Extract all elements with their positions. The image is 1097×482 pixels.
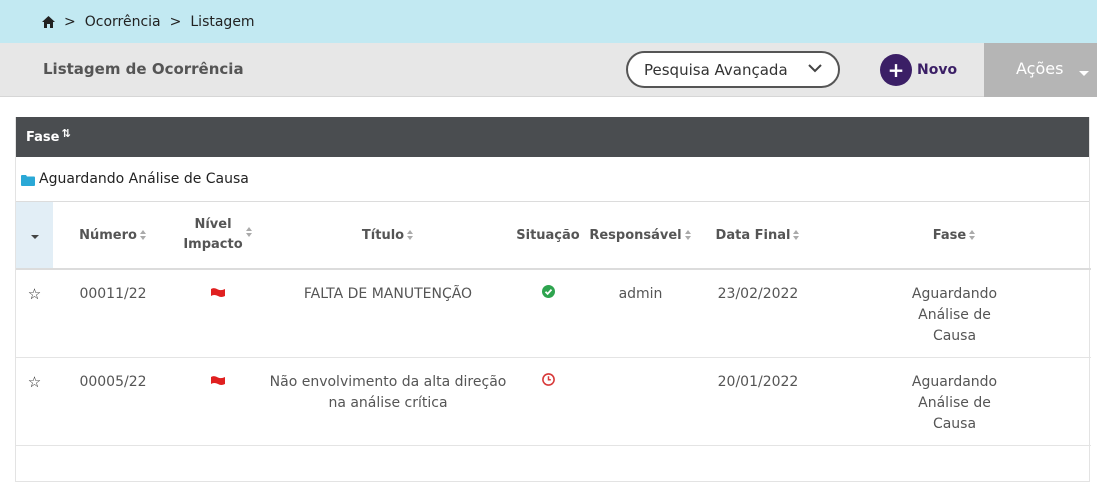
column-label: Número <box>79 227 137 243</box>
cell-impact <box>173 269 263 358</box>
cell-responsavel: admin <box>583 269 698 358</box>
cell-data-final: 23/02/2022 <box>698 269 818 358</box>
column-label: Responsável <box>589 227 682 243</box>
cell-titulo: Não envolvimento da alta direção na anál… <box>263 357 513 446</box>
flag-icon <box>211 375 225 385</box>
breadcrumb-separator: > <box>169 13 182 30</box>
breadcrumb: > Ocorrência > Listagem <box>0 0 1097 43</box>
toolbar: Listagem de Ocorrência Pesquisa Avançada… <box>0 43 1097 97</box>
fase-line: Aguardando <box>911 373 998 390</box>
sort-icon <box>969 230 976 240</box>
fase-line: Análise de <box>918 307 991 323</box>
cell-fase: Aguardando Análise de Causa <box>818 357 1091 446</box>
occurrence-table: Número Nível Impacto Título Situação Resp… <box>16 202 1091 446</box>
sort-icon <box>684 230 692 240</box>
column-header-titulo[interactable]: Título <box>263 202 513 270</box>
column-label: Nível <box>194 217 232 232</box>
fase-line: Aguardando <box>911 286 998 302</box>
group-by-label: Fase <box>26 129 60 145</box>
group-name: Aguardando Análise de Causa <box>39 171 249 187</box>
column-label: Data Final <box>715 227 791 243</box>
folder-icon <box>21 174 35 186</box>
cell-titulo: FALTA DE MANUTENÇÃO <box>263 269 513 358</box>
table-row[interactable]: ☆ 00005/22 Não envolvimento da alta dire… <box>16 357 1091 446</box>
column-header-responsavel[interactable]: Responsável <box>583 202 698 270</box>
column-header-numero[interactable]: Número <box>53 202 173 270</box>
sort-arrows-icon[interactable]: ⇅ <box>61 127 70 140</box>
column-header-data-final[interactable]: Data Final <box>698 202 818 270</box>
new-button-label: Novo <box>917 62 958 78</box>
table-row[interactable]: ☆ 00011/22 FALTA DE MANUTENÇÃO admin 23/… <box>16 269 1091 358</box>
chevron-down-icon <box>808 64 822 73</box>
sort-icon <box>407 230 414 240</box>
sort-icon <box>793 230 800 240</box>
new-button[interactable]: + Novo <box>880 54 957 86</box>
cell-situacao <box>513 269 583 358</box>
actions-button-label: Ações <box>1016 59 1064 78</box>
flag-icon <box>211 288 225 297</box>
caret-down-icon <box>1079 71 1089 76</box>
sort-icon <box>245 227 253 237</box>
column-label: Fase <box>932 227 967 243</box>
breadcrumb-item-ocorrencia[interactable]: Ocorrência <box>85 14 161 30</box>
column-label: Título <box>361 227 405 243</box>
occurrence-grid: Fase ⇅ Aguardando Análise de Causa Númer… <box>15 117 1091 482</box>
column-label: Impacto <box>183 237 243 252</box>
page-title: Listagem de Ocorrência <box>43 60 244 78</box>
caret-down-icon <box>30 235 39 239</box>
column-header-fase[interactable]: Fase <box>818 202 1091 270</box>
breadcrumb-separator: > <box>64 13 76 30</box>
group-by-header[interactable]: Fase ⇅ <box>16 117 1089 157</box>
fase-line: Causa <box>932 328 977 344</box>
actions-button[interactable]: Ações <box>984 43 1097 97</box>
favorite-star-icon[interactable]: ☆ <box>16 269 53 358</box>
expand-all-toggle[interactable] <box>16 202 53 270</box>
cell-numero: 00005/22 <box>53 357 173 446</box>
advanced-search-button[interactable]: Pesquisa Avançada <box>626 51 840 88</box>
column-header-situacao[interactable]: Situação <box>513 202 583 270</box>
favorite-star-icon[interactable]: ☆ <box>16 357 53 446</box>
breadcrumb-item-listagem: Listagem <box>190 13 255 30</box>
advanced-search-label: Pesquisa Avançada <box>644 60 788 79</box>
home-icon[interactable] <box>42 15 55 28</box>
fase-line: Causa <box>932 415 977 432</box>
clock-icon <box>541 372 555 386</box>
plus-icon: + <box>880 54 912 86</box>
cell-numero: 00011/22 <box>53 269 173 358</box>
cell-impact <box>173 357 263 446</box>
sort-icon <box>139 230 147 240</box>
group-row[interactable]: Aguardando Análise de Causa <box>16 157 1089 202</box>
fase-line: Análise de <box>918 394 991 411</box>
column-header-nivel-impacto[interactable]: Nível Impacto <box>173 202 263 270</box>
cell-fase: Aguardando Análise de Causa <box>818 269 1091 358</box>
cell-responsavel <box>583 357 698 446</box>
table-header-row: Número Nível Impacto Título Situação Resp… <box>16 202 1091 270</box>
cell-situacao <box>513 357 583 446</box>
check-circle-icon <box>541 285 555 298</box>
cell-data-final: 20/01/2022 <box>698 357 818 446</box>
column-label: Situação <box>516 227 580 243</box>
